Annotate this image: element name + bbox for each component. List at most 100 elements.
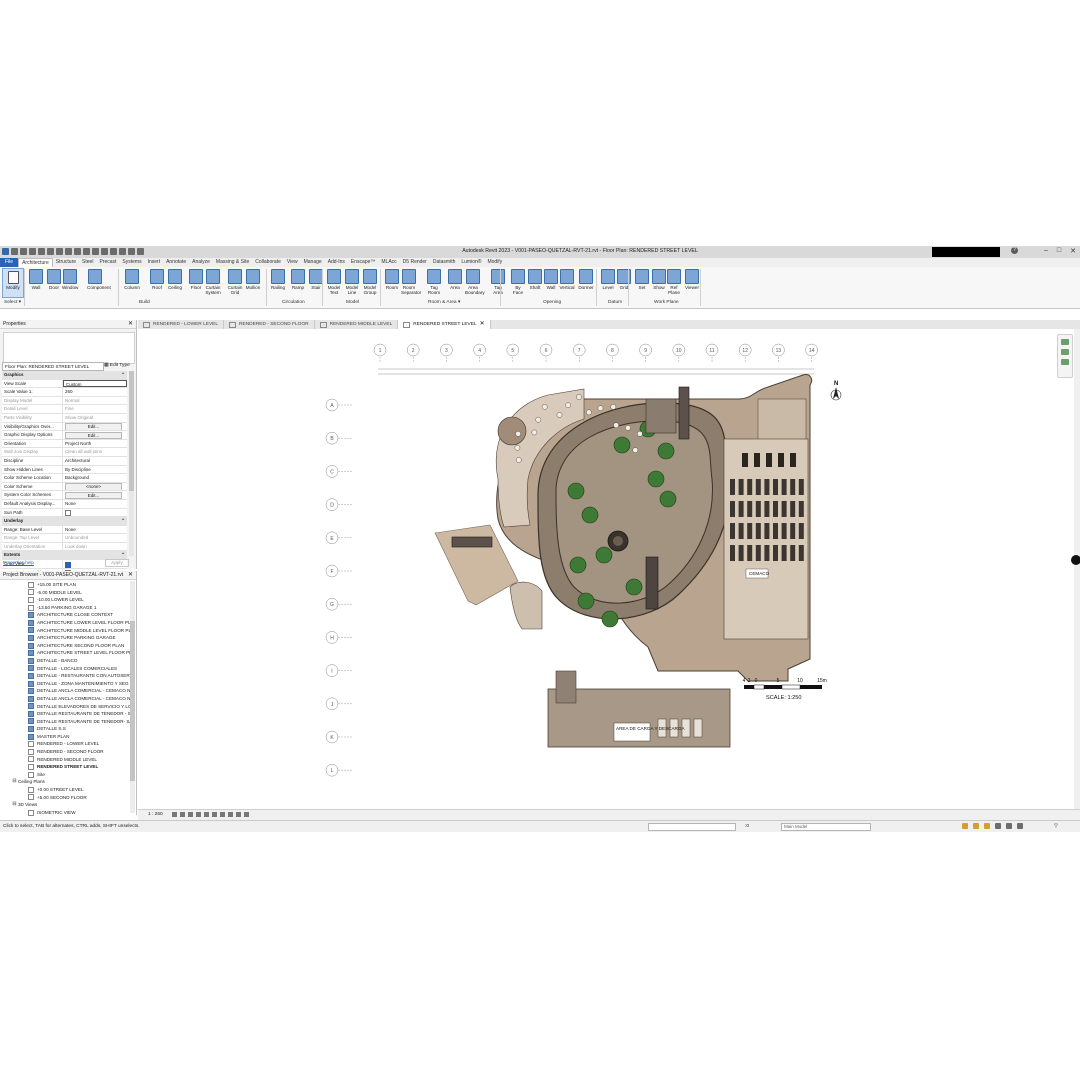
tree-view-item[interactable]: RENDERED STREET LEVEL	[2, 763, 130, 771]
drawing-canvas[interactable]: 1 2 3 4 5 6 7 8 9 10 11 12 13 14 ABCDEFGHIJKL AREA DE…	[138, 329, 1074, 809]
canvas-scrollbar[interactable]	[1074, 329, 1080, 809]
tag-area-button[interactable]: Tag Area	[490, 269, 506, 295]
view-tab[interactable]: RENDERED - SECOND FLOOR	[224, 320, 315, 329]
property-value[interactable]: Fine	[63, 405, 127, 413]
tab-datasmith[interactable]: Datasmith	[430, 258, 459, 267]
switch-windows-icon[interactable]	[137, 248, 144, 255]
modify-button[interactable]: Modify	[2, 268, 24, 298]
roof-button[interactable]: Roof	[149, 269, 165, 290]
collapse-icon[interactable]: ⊟	[12, 778, 17, 786]
tab-manage[interactable]: Manage	[301, 258, 325, 267]
close-hidden-icon[interactable]	[128, 248, 135, 255]
close-icon[interactable]: ✕	[128, 571, 133, 579]
ribbon-group-datum[interactable]: Datum	[608, 300, 622, 305]
railing-button[interactable]: Railing	[270, 269, 286, 290]
shadows-icon[interactable]	[196, 812, 201, 817]
tree-view-item[interactable]: ISOMETRIC VIEW	[2, 809, 130, 817]
pan-icon[interactable]	[1061, 359, 1069, 365]
property-section[interactable]: Underlay ⌃	[2, 517, 127, 526]
property-edit-button[interactable]: Edit...	[65, 423, 122, 431]
type-selector[interactable]: Floor Plan: RENDERED STREET LEVEL	[2, 362, 104, 371]
analytical-model-icon[interactable]	[244, 812, 249, 817]
tab-file[interactable]: File	[0, 258, 19, 267]
ramp-button[interactable]: Ramp	[290, 269, 306, 290]
view-tab[interactable]: RENDERED - LOWER LEVEL	[138, 320, 225, 329]
tag-room-button[interactable]: Tag Room	[426, 269, 442, 295]
visual-style-icon[interactable]	[180, 812, 185, 817]
level-button[interactable]: Level	[600, 269, 616, 290]
tree-view-item[interactable]: -5.00 MIDDLE LEVEL	[2, 589, 130, 597]
select-underlay-icon[interactable]	[973, 823, 979, 829]
select-pinned-icon[interactable]	[984, 823, 990, 829]
dormer-button[interactable]: Dormer	[578, 269, 594, 290]
reveal-hidden-icon[interactable]	[236, 812, 241, 817]
property-value[interactable]: Edit...	[63, 423, 127, 431]
tree-view-item[interactable]: DETALLE ELEVADORES DE SERVICIO Y LOC	[2, 703, 130, 711]
tab-architecture[interactable]: Architecture	[18, 258, 53, 267]
ribbon-group-work-plane[interactable]: Work Plane	[654, 300, 679, 305]
tree-view-item[interactable]: ARCHITECTURE SECOND FLOOR PLAN	[2, 642, 130, 650]
tab-enscape[interactable]: Enscape™	[348, 258, 378, 267]
tree-view-item[interactable]: -13.50 PARKING GARAGE 1	[2, 604, 130, 612]
ribbon-group-room-area[interactable]: Room & Area ▾	[428, 300, 460, 305]
tree-view-item[interactable]: DETALLE ANCLA COMERCIAL - CEMACO N	[2, 695, 130, 703]
floating-action-icon[interactable]	[1071, 555, 1080, 565]
close-icon[interactable]: ✕	[480, 320, 485, 329]
model-group-button[interactable]: Model Group	[362, 269, 378, 295]
mullion-button[interactable]: Mullion	[245, 269, 261, 290]
property-value[interactable]: Project North	[63, 440, 127, 448]
view-tab[interactable]: RENDERED MIDDLE LEVEL	[315, 320, 399, 329]
property-value[interactable]: Custom	[63, 379, 127, 388]
area-boundary-button[interactable]: Area Boundary	[465, 269, 485, 295]
tree-view-item[interactable]: DETALLE RESTAURANTE DE TENEDOR - SA	[2, 710, 130, 718]
tree-view-item[interactable]: DETALLE - ZONA MANTENIMIENTO Y SEG	[2, 680, 130, 688]
property-value[interactable]: Show Original	[63, 414, 127, 422]
temporary-hide-icon[interactable]	[228, 812, 233, 817]
thin-lines-icon[interactable]	[119, 248, 126, 255]
tree-view-item[interactable]: DETALLE RESTAURANTE DE TENEDOR- SA	[2, 718, 130, 726]
wall-button[interactable]: Wall	[543, 269, 559, 290]
tree-view-item[interactable]: RENDERED - LOWER LEVEL	[2, 740, 130, 748]
text-icon[interactable]	[92, 248, 99, 255]
tree-view-item[interactable]: -10.00 LOWER LEVEL	[2, 596, 130, 604]
sync-icon[interactable]	[29, 248, 36, 255]
print-icon[interactable]	[56, 248, 63, 255]
render-icon[interactable]	[204, 812, 209, 817]
properties-help-link[interactable]: Properties help	[3, 560, 34, 565]
room-separator-button[interactable]: Room Separator	[401, 269, 421, 295]
tree-view-item[interactable]: +0.00 STREET LEVEL	[2, 786, 130, 794]
tab-d5-render[interactable]: D5 Render	[400, 258, 430, 267]
area-button[interactable]: Area	[447, 269, 463, 290]
dimension-icon[interactable]	[74, 248, 81, 255]
workset-selector[interactable]	[648, 823, 736, 831]
viewer-button[interactable]: Viewer	[684, 269, 700, 290]
edit-type-button[interactable]: ▦ Edit Type	[104, 362, 130, 369]
property-edit-button[interactable]: <none>	[65, 483, 122, 491]
collapse-icon[interactable]: ⌃	[121, 517, 127, 525]
model-line-button[interactable]: Model Line	[344, 269, 360, 295]
tab-analyze[interactable]: Analyze	[189, 258, 213, 267]
steering-wheel-icon[interactable]	[1061, 339, 1069, 345]
browser-scrollbar[interactable]	[130, 581, 135, 813]
redo-icon[interactable]	[47, 248, 54, 255]
view-scale[interactable]: 1 : 260	[148, 811, 163, 819]
section-icon[interactable]	[110, 248, 117, 255]
tab-annotate[interactable]: Annotate	[163, 258, 189, 267]
tab-modify[interactable]: Modify	[484, 258, 505, 267]
collapse-icon[interactable]: ⊟	[12, 801, 17, 809]
zoom-icon[interactable]	[1061, 349, 1069, 355]
property-value[interactable]: None	[63, 526, 127, 534]
tab-view[interactable]: View	[284, 258, 301, 267]
tab-precast[interactable]: Precast	[96, 258, 119, 267]
detail-level-icon[interactable]	[172, 812, 177, 817]
design-option-selector[interactable]: Main Model	[781, 823, 871, 831]
minimize-icon[interactable]: –	[1044, 247, 1048, 255]
maximize-icon[interactable]: □	[1057, 247, 1061, 255]
tree-view-item[interactable]: MASTER PLAN	[2, 733, 130, 741]
collapse-icon[interactable]: ⌃	[121, 371, 127, 379]
undo-icon[interactable]	[38, 248, 45, 255]
tree-view-item[interactable]: ARCHITECTURE LOWER LEVEL FLOOR PLA	[2, 619, 130, 627]
tree-view-item[interactable]: +15.00 SITE PLAN	[2, 581, 130, 589]
model-text-button[interactable]: Model Text	[326, 269, 342, 295]
property-value[interactable]: Background	[63, 474, 127, 482]
